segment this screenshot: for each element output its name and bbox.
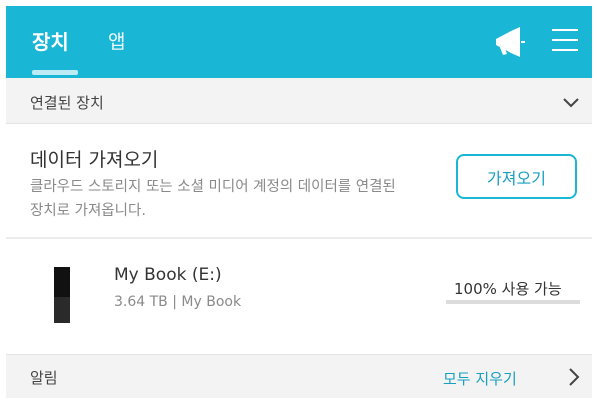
import-button[interactable]: 가져오기 bbox=[456, 154, 577, 199]
active-tab-indicator bbox=[32, 70, 78, 75]
tab-apps[interactable]: 앱 bbox=[108, 27, 125, 54]
import-title: 데이터 가져오기 bbox=[30, 149, 159, 171]
notifications-bar: 알림 모두 지우기 bbox=[6, 354, 592, 398]
notifications-label: 알림 bbox=[30, 369, 58, 387]
clear-all-link[interactable]: 모두 지우기 bbox=[443, 368, 517, 389]
usage-bar bbox=[446, 300, 580, 304]
device-details: 3.64 TB | My Book bbox=[114, 294, 242, 310]
megaphone-icon[interactable] bbox=[492, 26, 526, 58]
import-section: 데이터 가져오기 클라우드 스토리지 또는 소셜 미디어 계정의 데이터를 연결… bbox=[6, 125, 592, 239]
chevron-down-icon[interactable] bbox=[563, 94, 579, 108]
header: 장치 앱 bbox=[6, 6, 592, 78]
menu-icon[interactable] bbox=[552, 26, 580, 56]
connected-devices-bar[interactable]: 연결된 장치 bbox=[6, 78, 592, 124]
tab-devices[interactable]: 장치 bbox=[32, 26, 69, 55]
device-name: My Book (E:) bbox=[114, 265, 222, 285]
usage-text: 100% 사용 가능 bbox=[454, 280, 562, 298]
import-description: 클라우드 스토리지 또는 소셜 미디어 계정의 데이터를 연결된 장치로 가져옵… bbox=[30, 179, 396, 219]
app-window: 장치 앱 연결된 장치 데이터 가져오기 클라우드 스토리지 또는 소셜 미디어… bbox=[6, 6, 592, 398]
device-row[interactable]: My Book (E:) 3.64 TB | My Book 100% 사용 가… bbox=[6, 241, 592, 351]
drive-icon bbox=[54, 267, 70, 323]
chevron-right-icon[interactable] bbox=[568, 368, 580, 386]
connected-devices-label: 연결된 장치 bbox=[30, 94, 104, 112]
